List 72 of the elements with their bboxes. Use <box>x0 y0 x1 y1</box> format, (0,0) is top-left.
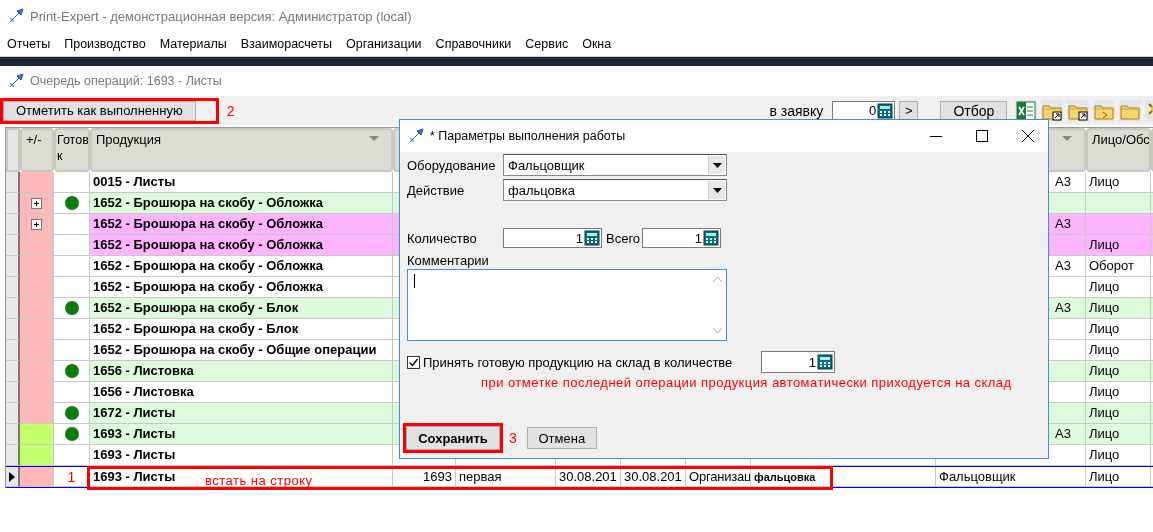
table-cell: 1693 - Листы <box>90 445 393 466</box>
menu-item[interactable]: Сервис <box>525 37 569 51</box>
table-cell: Фальцовщик <box>936 467 1086 487</box>
menu-item[interactable]: Организации <box>346 37 422 51</box>
table-cell: Лицо <box>1086 277 1151 298</box>
table-cell: 30.08.201 <box>556 467 621 487</box>
table-cell: 1652 - Брошюра на скобу - Блок <box>90 319 393 340</box>
table-cell: Оборот <box>1086 256 1151 277</box>
step-number: 1 <box>67 467 76 486</box>
table-cell: Лицо <box>1086 382 1151 403</box>
table-cell: Лицо <box>1086 467 1151 487</box>
dropdown-field[interactable]: Фальцовщик <box>503 154 727 176</box>
total-field[interactable]: 1 <box>642 228 722 248</box>
table-cell: 1656 - Листовка <box>90 382 393 403</box>
table-cell: Лицо <box>1086 403 1151 424</box>
menu-item[interactable]: Производство <box>64 37 146 51</box>
column-header[interactable]: Продукция <box>90 128 393 172</box>
field-label: Всего <box>606 230 641 246</box>
field-label: Количество <box>407 230 478 246</box>
save-button[interactable]: Сохранить <box>406 426 500 450</box>
menu-item[interactable]: Отчеты <box>7 37 51 51</box>
table-cell: Лицо <box>1086 340 1151 361</box>
table-cell: Лицо <box>1086 445 1151 466</box>
table-cell: первая <box>456 467 556 487</box>
column-header[interactable]: Лицо/Обс <box>1086 128 1151 172</box>
table-cell: фальцовка <box>751 467 936 487</box>
table-cell: 30.08.201 <box>621 467 686 487</box>
filter-button[interactable]: Отбор <box>940 100 1008 121</box>
field-label: Комментарии <box>407 253 490 268</box>
checkbox-label[interactable]: Принять готовую продукцию на склад в количестве <box>423 354 761 370</box>
menu-item[interactable]: Окна <box>582 37 612 51</box>
table-cell: 1693 - Листы <box>90 424 393 445</box>
dropdown-field[interactable]: фальцовка <box>503 179 727 201</box>
mark-done-button[interactable]: Отметить как выполненную <box>3 100 196 121</box>
table-cell: Лицо <box>1086 172 1151 193</box>
document-title: Очередь операций: 1693 - Листы <box>30 74 222 88</box>
step-number: 2 <box>226 102 235 119</box>
accept-quantity-field[interactable]: 1 <box>761 351 835 373</box>
quantity-field[interactable]: 1 <box>503 228 602 248</box>
table-cell: 0015 - Листы <box>90 172 393 193</box>
table-cell: 1656 - Листовка <box>90 361 393 382</box>
table-cell: Лицо <box>1086 319 1151 340</box>
table-cell: Лицо <box>1086 235 1151 256</box>
order-label: в заявку <box>769 102 824 119</box>
table-cell: 1652 - Брошюра на скобу - Обложка <box>90 214 393 235</box>
order-field[interactable]: 0 <box>832 100 896 121</box>
table-cell: 1652 - Брошюра на скобу - Обложка <box>90 256 393 277</box>
table-cell: 1652 - Брошюра на скобу - Обложка <box>90 235 393 256</box>
next-button[interactable]: > <box>899 100 919 121</box>
table-cell: Лицо <box>1086 298 1151 319</box>
menu-item[interactable]: Справочники <box>435 37 512 51</box>
table-cell: 1652 - Брошюра на скобу - Обложка <box>90 277 393 298</box>
column-header[interactable]: Готов к <box>54 128 90 172</box>
cancel-button[interactable]: Отмена <box>526 427 597 449</box>
column-label: Продукция <box>96 132 162 147</box>
annotation-text: при отметке последней операции продукция автоматически приходуется на склад <box>481 375 1013 390</box>
step-number: 3 <box>509 430 517 446</box>
column-header[interactable]: +/- <box>20 128 54 172</box>
table-cell: 1672 - Листы <box>90 403 393 424</box>
table-cell: 1652 - Брошюра на скобу - Общие операции <box>90 340 393 361</box>
field-label: Действие <box>407 182 466 198</box>
menu-item[interactable]: Материалы <box>159 37 227 51</box>
dialog-title: * Параметры выполнения работы <box>430 129 626 143</box>
table-cell: Лицо <box>1086 424 1151 445</box>
field-label: Оборудование <box>407 157 497 173</box>
table-cell: 1693 <box>393 467 456 487</box>
table-cell: Лицо <box>1086 361 1151 382</box>
table-cell: 1652 - Брошюра на скобу - Блок <box>90 298 393 319</box>
window-title: Print-Expert - демонстрационная версия: Администратор (local) <box>30 8 412 24</box>
hint-text: встать на строку <box>205 474 313 488</box>
menu-item[interactable]: Взаиморасчеты <box>240 37 332 51</box>
table-cell: 1652 - Брошюра на скобу - Обложка <box>90 193 393 214</box>
